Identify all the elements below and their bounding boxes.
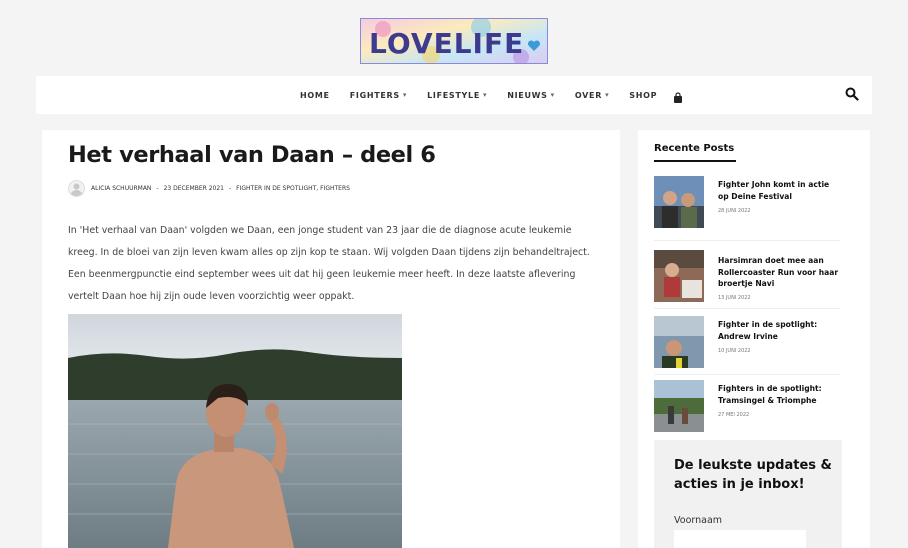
divider xyxy=(654,240,840,241)
post-date: 13 JUNI 2022 xyxy=(718,295,751,301)
search-icon[interactable] xyxy=(845,86,859,101)
newsletter-signup: De leukste updates & acties in je inbox!… xyxy=(654,440,842,548)
meta-separator: - xyxy=(156,184,159,192)
chevron-down-icon: ▾ xyxy=(483,91,488,99)
avatar[interactable] xyxy=(68,179,85,197)
heading-underline xyxy=(654,160,736,162)
post-title[interactable]: Fighter John komt in actie op Deine Fest… xyxy=(718,179,842,202)
first-name-field[interactable] xyxy=(674,530,806,548)
recent-post-item[interactable]: Fighters in de spotlight: Tramsingel & T… xyxy=(654,380,840,434)
post-title[interactable]: Harsimran doet mee aan Rollercoaster Run… xyxy=(718,255,842,290)
main-navbar: HOME FIGHTERS ▾ LIFESTYLE ▾ NIEUWS ▾ OVER ▾ … xyxy=(36,76,872,114)
article: Het verhaal van Daan – deel 6 ALICIA SCH… xyxy=(42,130,620,548)
nav-item-shop[interactable]: SHOP xyxy=(629,91,657,100)
divider xyxy=(654,308,840,309)
divider xyxy=(654,374,840,375)
post-date: 27 MEI 2022 xyxy=(718,412,750,418)
nav-item-nieuws[interactable]: NIEUWS ▾ xyxy=(507,91,555,100)
post-thumbnail[interactable] xyxy=(654,250,704,302)
category-links[interactable]: FIGHTER IN DE SPOTLIGHT, FIGHTERS xyxy=(236,185,350,192)
nav-item-home[interactable]: HOME xyxy=(300,91,330,100)
nav-item-over[interactable]: OVER ▾ xyxy=(575,91,609,100)
nav-item-fighters[interactable]: FIGHTERS ▾ xyxy=(350,91,407,100)
recent-post-item[interactable]: Fighter John komt in actie op Deine Fest… xyxy=(654,176,840,230)
article-photo xyxy=(68,314,402,548)
main-nav: HOME FIGHTERS ▾ LIFESTYLE ▾ NIEUWS ▾ OVER ▾ … xyxy=(300,76,683,114)
chevron-down-icon: ▾ xyxy=(550,91,555,99)
heart-icon xyxy=(527,39,541,53)
logo-graphic: LOVELIFE xyxy=(361,19,547,63)
newsletter-title: De leukste updates & acties in je inbox! xyxy=(674,458,832,492)
post-date: 28 JUNI 2022 xyxy=(718,208,751,214)
nav-item-lifestyle[interactable]: LIFESTYLE ▾ xyxy=(427,91,487,100)
logo-text: LOVELIFE xyxy=(369,27,524,60)
post-date: 10 JUNI 2022 xyxy=(718,348,751,354)
first-name-label: Voornaam xyxy=(674,515,723,526)
meta-separator: - xyxy=(228,184,232,192)
recent-posts-heading: Recente Posts xyxy=(654,143,735,154)
recent-post-item[interactable]: Fighter in de spotlight: Andrew Irvine 1… xyxy=(654,316,840,370)
post-title[interactable]: Fighters in de spotlight: Tramsingel & T… xyxy=(718,383,842,406)
site-logo[interactable]: LOVELIFE xyxy=(360,18,548,64)
article-meta: ALICIA SCHUURMAN - 23 DECEMBER 2021 - FI… xyxy=(68,179,350,197)
article-intro: In 'Het verhaal van Daan' volgden we Daa… xyxy=(68,225,590,302)
post-thumbnail[interactable] xyxy=(654,316,704,368)
article-title: Het verhaal van Daan – deel 6 xyxy=(68,142,436,168)
post-date: 23 DECEMBER 2021 xyxy=(163,184,224,192)
chevron-down-icon: ▾ xyxy=(605,91,610,99)
post-thumbnail[interactable] xyxy=(654,176,704,228)
shopping-bag-icon[interactable] xyxy=(673,89,683,103)
user-icon xyxy=(70,183,83,196)
sidebar: Recente Posts Fighter John komt in actie… xyxy=(638,130,870,548)
post-title[interactable]: Fighter in de spotlight: Andrew Irvine xyxy=(718,319,842,342)
recent-post-item[interactable]: Harsimran doet mee aan Rollercoaster Run… xyxy=(654,250,840,304)
post-thumbnail[interactable] xyxy=(654,380,704,432)
author-link[interactable]: ALICIA SCHUURMAN xyxy=(91,185,151,192)
chevron-down-icon: ▾ xyxy=(402,91,408,99)
